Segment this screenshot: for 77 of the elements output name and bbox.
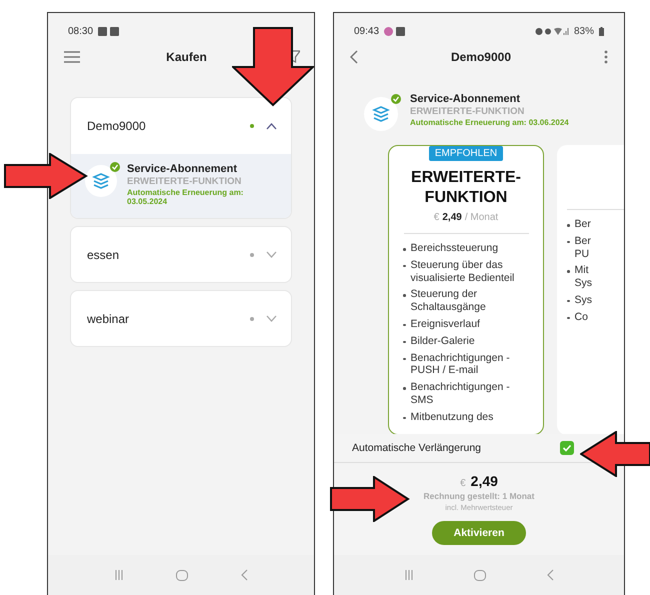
notification-icons [384, 26, 406, 36]
billing-info: Rechnung gestellt: 1 Monat [424, 491, 534, 501]
subscription-title: Service-Abonnement [127, 163, 238, 175]
plan-title: ERWEITERTE-FUNKTION [410, 168, 522, 208]
billing-period: / Monat [464, 212, 498, 223]
screen-title: Kaufen [166, 50, 207, 64]
filter-icon[interactable] [292, 50, 300, 64]
screen-title: Demo9000 [450, 50, 512, 64]
checkmark-icon [562, 444, 572, 452]
auto-renewal-label: Automatische Verlängerung [352, 442, 481, 454]
recent-apps-icon[interactable] [404, 570, 414, 580]
bullet-icon [403, 294, 406, 297]
back-icon[interactable] [350, 50, 358, 64]
renewal-date: Automatische Erneuerung am: 03.06.2024 [410, 118, 569, 127]
plan-card[interactable]: Ber Ber PU Mit Sys Sys Co [557, 145, 624, 434]
bullet-icon [403, 340, 406, 344]
feature-item: Benachrichtigungen - PUSH / E-mail [410, 352, 511, 378]
feature-item: Benachrichtigungen - SMS [410, 381, 511, 407]
plan-price: 2,49 [442, 212, 462, 223]
recent-apps-icon[interactable] [114, 570, 124, 580]
bullet-icon [567, 300, 570, 302]
layers-icon [92, 172, 110, 190]
group-name: essen [87, 248, 120, 262]
feature-item: Sys [574, 294, 594, 307]
bullet-icon [403, 387, 406, 390]
more-options-icon[interactable] [604, 50, 608, 64]
battery-level: 83% [574, 26, 594, 36]
subscription-title: Service-Abonnement [410, 93, 522, 105]
home-icon[interactable] [176, 570, 188, 580]
feature-item: Bilder-Galerie [410, 334, 475, 348]
feature-item: Mit Sys [574, 264, 594, 290]
bullet-icon [567, 240, 570, 244]
bullet-icon [567, 316, 570, 320]
currency: € [434, 212, 440, 223]
bullet-icon [403, 416, 406, 420]
status-time: 09:43 [354, 26, 380, 36]
feature-item: Bereichssteuerung [410, 242, 498, 255]
bullet-icon [567, 270, 570, 273]
notification-icons [98, 26, 120, 36]
group-name: webinar [87, 312, 130, 326]
chevron-down-icon[interactable] [266, 251, 277, 258]
back-icon[interactable] [240, 569, 248, 581]
battery-icon [599, 26, 604, 36]
feature-item: Steuerung der Schaltausgänge [410, 288, 487, 314]
chevron-up-icon[interactable] [266, 122, 277, 130]
feature-item: Steuerung über das visualisierte Bedienteil [410, 258, 516, 284]
chevron-down-icon[interactable] [266, 315, 277, 322]
menu-icon[interactable] [64, 51, 80, 63]
plan-card[interactable] [388, 145, 544, 434]
feature-item: Co [574, 310, 589, 324]
layers-icon [372, 105, 390, 123]
accordion-header[interactable]: essen [71, 227, 291, 282]
recommended-badge: EMPFOHLEN [428, 146, 504, 161]
feature-item: Mitbenutzung des [410, 410, 494, 424]
feature-item: Ber PU [574, 234, 592, 260]
accordion-header[interactable]: webinar [71, 291, 291, 346]
currency: € [460, 478, 466, 489]
subscription-item[interactable]: Service-Abonnement ERWEITERTE-FUNKTION Automatische Erneuerung am: 03.05.2024 [71, 154, 291, 218]
group-name: Demo9000 [87, 119, 147, 133]
status-time: 08:30 [68, 26, 94, 36]
accordion-header[interactable]: Demo9000 [71, 98, 291, 154]
signal-icons [534, 26, 569, 36]
plan-name: ERWEITERTE-FUNKTION [410, 106, 526, 117]
bullet-icon [403, 264, 406, 268]
home-icon[interactable] [474, 570, 486, 580]
auto-renewal-checkbox[interactable] [560, 441, 574, 455]
bullet-icon [403, 248, 406, 250]
plan-name: ERWEITERTE-FUNKTION [127, 176, 242, 187]
renewal-date: Automatische Erneuerung am: 03.05.2024 [127, 188, 244, 206]
bullet-icon [403, 358, 406, 360]
callout-arrow [580, 431, 650, 477]
feature-item: Ereignisverlauf [410, 318, 480, 331]
bullet-icon [403, 324, 406, 326]
bullet-icon [567, 224, 570, 226]
feature-item: Ber [574, 218, 592, 231]
back-icon[interactable] [546, 569, 554, 581]
total-price: 2,49 [470, 473, 498, 489]
